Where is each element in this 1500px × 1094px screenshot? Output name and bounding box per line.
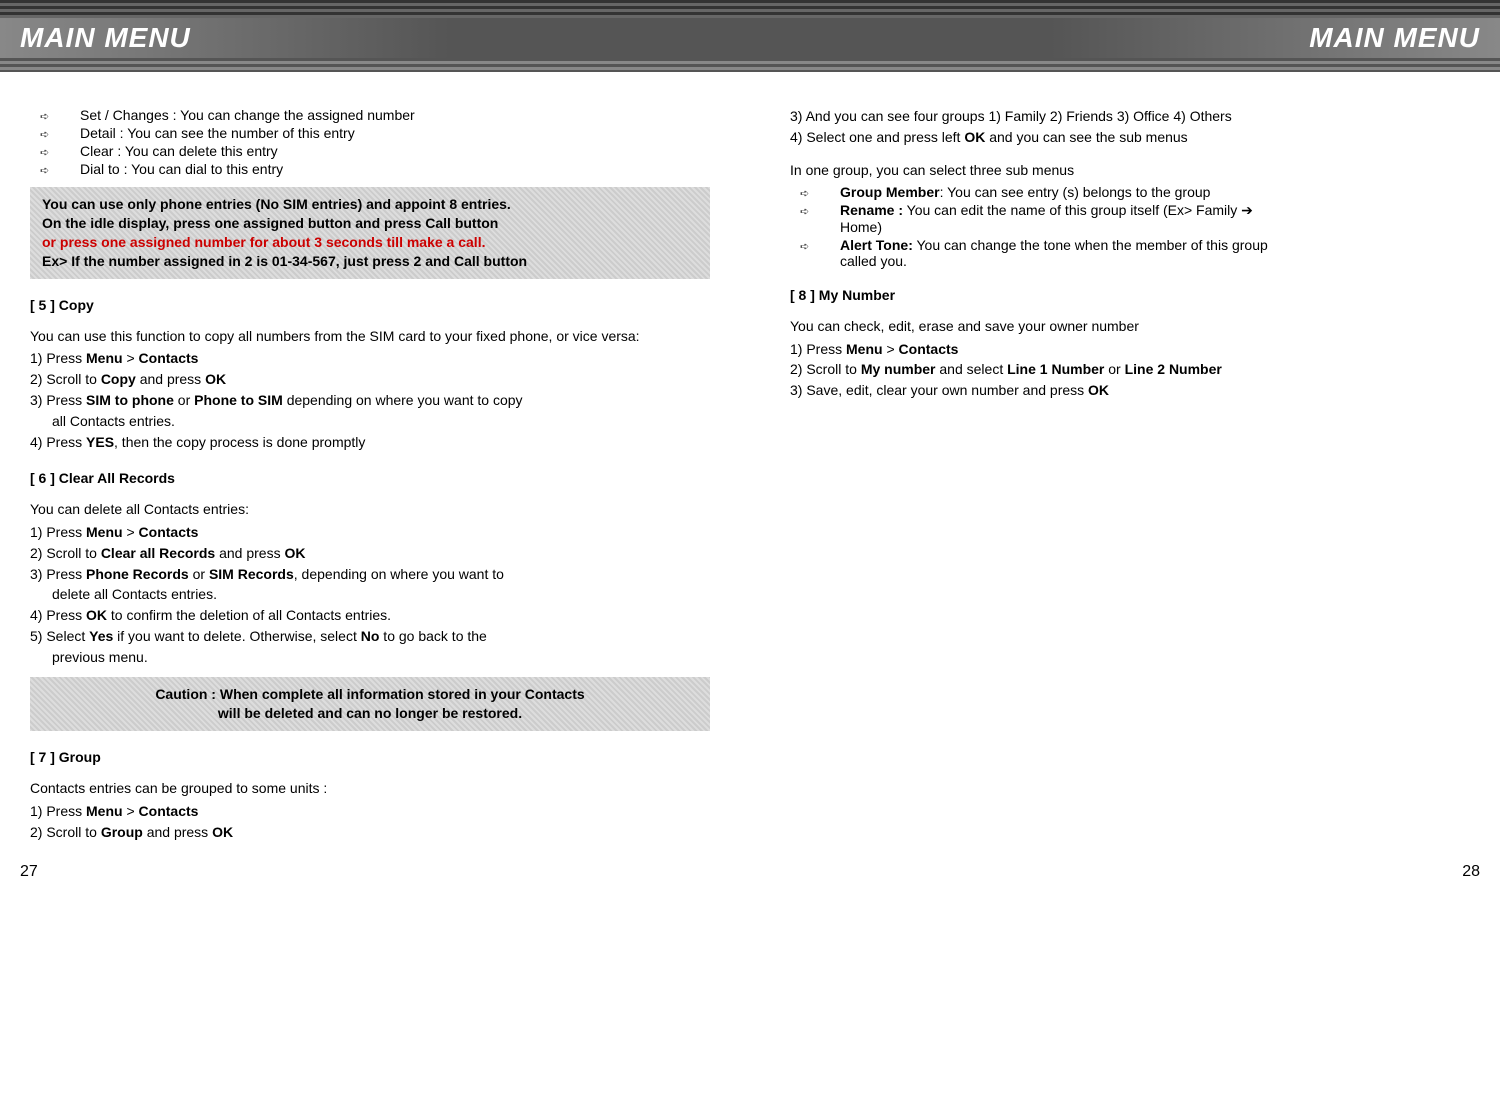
- step: 1) Press Menu > Contacts: [30, 349, 710, 368]
- bullet-text: Set / Changes : You can change the assig…: [80, 107, 710, 123]
- arrow-icon: ➪: [790, 202, 840, 218]
- step-cont: previous menu.: [30, 648, 710, 667]
- bullet-text: Alert Tone: You can change the tone when…: [840, 237, 1470, 269]
- section-7-intro: Contacts entries can be grouped to some …: [30, 779, 710, 798]
- list-item: ➪ Clear : You can delete this entry: [30, 143, 710, 159]
- section-6-intro: You can delete all Contacts entries:: [30, 500, 710, 519]
- sub-intro: In one group, you can select three sub m…: [790, 161, 1470, 180]
- note-line-red: or press one assigned number for about 3…: [42, 234, 485, 250]
- list-item: ➪ Alert Tone: You can change the tone wh…: [790, 237, 1470, 269]
- header-band: MAIN MENU MAIN MENU: [0, 0, 1500, 72]
- section-5-head: [ 5 ] Copy: [30, 297, 710, 313]
- section-7-head: [ 7 ] Group: [30, 749, 710, 765]
- arrow-icon: ➪: [790, 237, 840, 253]
- step-cont: delete all Contacts entries.: [30, 585, 710, 604]
- header-title-right: MAIN MENU: [1309, 22, 1480, 54]
- bullet-text: Dial to : You can dial to this entry: [80, 161, 710, 177]
- step: 4) Press OK to confirm the deletion of a…: [30, 606, 710, 625]
- header-title-row: MAIN MENU MAIN MENU: [0, 18, 1500, 58]
- left-column: ➪ Set / Changes : You can change the ass…: [30, 107, 710, 843]
- bullet-text: Detail : You can see the number of this …: [80, 125, 710, 141]
- page-number-right: 28: [1462, 863, 1480, 881]
- arrow-icon: ➪: [790, 184, 840, 200]
- note-line: On the idle display, press one assigned …: [42, 215, 498, 231]
- note-box: You can use only phone entries (No SIM e…: [30, 187, 710, 279]
- section-6-head: [ 6 ] Clear All Records: [30, 470, 710, 486]
- step: 1) Press Menu > Contacts: [30, 802, 710, 821]
- step: 2) Scroll to Clear all Records and press…: [30, 544, 710, 563]
- header-bottom-stripes: [0, 58, 1500, 72]
- step: 2) Scroll to My number and select Line 1…: [790, 360, 1470, 379]
- list-item: ➪ Set / Changes : You can change the ass…: [30, 107, 710, 123]
- list-item: ➪ Rename : You can edit the name of this…: [790, 202, 1470, 235]
- footer: 27 28: [0, 853, 1500, 891]
- bullet-text: Clear : You can delete this entry: [80, 143, 710, 159]
- step: 2) Scroll to Group and press OK: [30, 823, 710, 842]
- list-item: ➪ Dial to : You can dial to this entry: [30, 161, 710, 177]
- section-8-intro: You can check, edit, erase and save your…: [790, 317, 1470, 336]
- step: 2) Scroll to Copy and press OK: [30, 370, 710, 389]
- step: 1) Press Menu > Contacts: [790, 340, 1470, 359]
- section-8-head: [ 8 ] My Number: [790, 287, 1470, 303]
- step: 3) Save, edit, clear your own number and…: [790, 381, 1470, 400]
- submenu-bullets: ➪ Group Member: You can see entry (s) be…: [790, 184, 1470, 269]
- step: 1) Press Menu > Contacts: [30, 523, 710, 542]
- page-number-left: 27: [20, 863, 38, 881]
- bullet-text: Rename : You can edit the name of this g…: [840, 202, 1470, 235]
- list-item: ➪ Detail : You can see the number of thi…: [30, 125, 710, 141]
- caution-box: Caution : When complete all information …: [30, 677, 710, 731]
- step: 4) Press YES, then the copy process is d…: [30, 433, 710, 452]
- header-title-left: MAIN MENU: [20, 22, 191, 54]
- caution-line: will be deleted and can no longer be res…: [218, 705, 522, 721]
- note-line: Ex> If the number assigned in 2 is 01-34…: [42, 253, 527, 269]
- step-cont: all Contacts entries.: [30, 412, 710, 431]
- caution-line: Caution : When complete all information …: [155, 686, 584, 702]
- header-top-stripes: [0, 0, 1500, 18]
- list-item: ➪ Group Member: You can see entry (s) be…: [790, 184, 1470, 200]
- step: 5) Select Yes if you want to delete. Oth…: [30, 627, 710, 646]
- step: 3) Press SIM to phone or Phone to SIM de…: [30, 391, 710, 410]
- note-line: You can use only phone entries (No SIM e…: [42, 196, 511, 212]
- top-bullet-list: ➪ Set / Changes : You can change the ass…: [30, 107, 710, 177]
- bullet-text: Group Member: You can see entry (s) belo…: [840, 184, 1470, 200]
- right-column: 3) And you can see four groups 1) Family…: [790, 107, 1470, 843]
- section-5-intro: You can use this function to copy all nu…: [30, 327, 710, 346]
- arrow-icon: ➪: [30, 161, 80, 177]
- step: 3) And you can see four groups 1) Family…: [790, 107, 1470, 126]
- page-body: ➪ Set / Changes : You can change the ass…: [0, 72, 1500, 853]
- arrow-icon: ➪: [30, 143, 80, 159]
- arrow-icon: ➪: [30, 125, 80, 141]
- step: 3) Press Phone Records or SIM Records, d…: [30, 565, 710, 584]
- arrow-icon: ➪: [30, 107, 80, 123]
- step: 4) Select one and press left OK and you …: [790, 128, 1470, 147]
